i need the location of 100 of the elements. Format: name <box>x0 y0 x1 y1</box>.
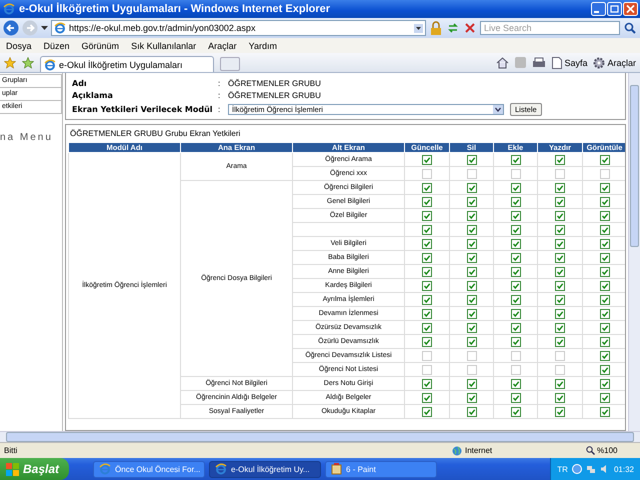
checkbox[interactable] <box>600 154 610 164</box>
back-button[interactable] <box>3 20 19 36</box>
checkbox[interactable] <box>422 336 432 346</box>
checkbox[interactable] <box>555 266 565 276</box>
checkbox[interactable] <box>422 196 432 206</box>
checkbox[interactable] <box>510 350 520 360</box>
command-button[interactable]: Sayfa <box>552 56 588 68</box>
zoom-button[interactable]: %100 <box>586 446 636 455</box>
checkbox[interactable] <box>555 238 565 248</box>
checkbox[interactable] <box>422 224 432 234</box>
menu-item[interactable]: Sık Kullanılanlar <box>131 40 196 50</box>
checkbox[interactable] <box>600 378 610 388</box>
checkbox[interactable] <box>510 196 520 206</box>
checkbox[interactable] <box>555 154 565 164</box>
checkbox[interactable] <box>600 210 610 220</box>
caret-icon[interactable] <box>41 26 48 30</box>
close-button[interactable] <box>623 2 638 16</box>
checkbox[interactable] <box>555 252 565 262</box>
network-icon[interactable] <box>586 464 596 474</box>
checkbox[interactable] <box>600 336 610 346</box>
checkbox[interactable] <box>555 182 565 192</box>
menu-item[interactable]: Yardım <box>248 40 277 50</box>
taskbar-button[interactable]: 6 - Paint <box>325 460 438 478</box>
checkbox[interactable] <box>466 350 476 360</box>
checkbox[interactable] <box>555 280 565 290</box>
checkbox[interactable] <box>422 350 432 360</box>
menu-item[interactable]: Görünüm <box>82 40 120 50</box>
checkbox[interactable] <box>600 294 610 304</box>
minimize-button[interactable] <box>591 2 606 16</box>
checkbox[interactable] <box>600 196 610 206</box>
checkbox[interactable] <box>600 308 610 318</box>
checkbox[interactable] <box>555 308 565 318</box>
checkbox[interactable] <box>422 406 432 416</box>
tray-icon[interactable] <box>572 464 582 474</box>
checkbox[interactable] <box>466 252 476 262</box>
checkbox[interactable] <box>422 378 432 388</box>
checkbox[interactable] <box>466 406 476 416</box>
refresh-button[interactable] <box>446 21 460 35</box>
checkbox[interactable] <box>600 168 610 178</box>
checkbox[interactable] <box>510 252 520 262</box>
menu-item[interactable]: Düzen <box>44 40 70 50</box>
checkbox[interactable] <box>600 224 610 234</box>
checkbox[interactable] <box>466 294 476 304</box>
print-icon[interactable] <box>532 56 546 68</box>
checkbox[interactable] <box>510 154 520 164</box>
checkbox[interactable] <box>555 294 565 304</box>
browser-tab[interactable]: e-Okul İlköğretim Uygulamaları <box>40 56 214 72</box>
home-icon[interactable] <box>496 56 510 68</box>
checkbox[interactable] <box>466 308 476 318</box>
checkbox[interactable] <box>555 336 565 346</box>
checkbox[interactable] <box>555 364 565 374</box>
checkbox[interactable] <box>422 392 432 402</box>
checkbox[interactable] <box>600 322 610 332</box>
caret-icon[interactable] <box>493 105 503 114</box>
checkbox[interactable] <box>422 308 432 318</box>
checkbox[interactable] <box>466 224 476 234</box>
checkbox[interactable] <box>422 364 432 374</box>
checkbox[interactable] <box>555 224 565 234</box>
checkbox[interactable] <box>555 392 565 402</box>
address-field[interactable]: https://e-okul.meb.gov.tr/admin/yon03002.aspx <box>51 20 426 36</box>
checkbox[interactable] <box>555 210 565 220</box>
checkbox[interactable] <box>600 182 610 192</box>
checkbox[interactable] <box>466 280 476 290</box>
checkbox[interactable] <box>466 238 476 248</box>
checkbox[interactable] <box>510 364 520 374</box>
taskbar-button[interactable]: Önce Okul Öncesi For... <box>93 460 206 478</box>
checkbox[interactable] <box>510 308 520 318</box>
menu-item[interactable]: Dosya <box>6 40 32 50</box>
checkbox[interactable] <box>510 280 520 290</box>
checkbox[interactable] <box>600 392 610 402</box>
add-favorite-icon[interactable] <box>22 56 34 68</box>
search-field[interactable]: Live Search <box>480 21 620 35</box>
taskbar-button[interactable]: e-Okul İlköğretim Uy... <box>209 460 322 478</box>
checkbox[interactable] <box>555 406 565 416</box>
checkbox[interactable] <box>510 182 520 192</box>
checkbox[interactable] <box>510 378 520 388</box>
checkbox[interactable] <box>600 406 610 416</box>
checkbox[interactable] <box>466 182 476 192</box>
checkbox[interactable] <box>422 182 432 192</box>
checkbox[interactable] <box>510 224 520 234</box>
checkbox[interactable] <box>510 322 520 332</box>
checkbox[interactable] <box>555 378 565 388</box>
menu-item[interactable]: Araçlar <box>208 40 237 50</box>
checkbox[interactable] <box>510 210 520 220</box>
checkbox[interactable] <box>510 266 520 276</box>
checkbox[interactable] <box>555 168 565 178</box>
checkbox[interactable] <box>466 336 476 346</box>
checkbox[interactable] <box>422 294 432 304</box>
checkbox[interactable] <box>422 322 432 332</box>
checkbox[interactable] <box>510 238 520 248</box>
checkbox[interactable] <box>600 266 610 276</box>
vertical-scrollbar[interactable] <box>628 73 640 431</box>
checkbox[interactable] <box>600 350 610 360</box>
checkbox[interactable] <box>555 196 565 206</box>
checkbox[interactable] <box>510 336 520 346</box>
checkbox[interactable] <box>510 406 520 416</box>
checkbox[interactable] <box>422 154 432 164</box>
search-button[interactable] <box>623 21 637 35</box>
checkbox[interactable] <box>555 350 565 360</box>
checkbox[interactable] <box>422 168 432 178</box>
